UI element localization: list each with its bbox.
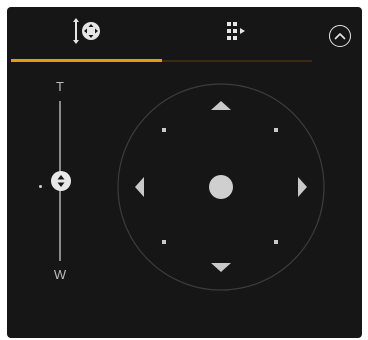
move-up-right-icon[interactable]: [274, 128, 278, 132]
zoom-tele-label: T: [56, 79, 64, 94]
pan-right-icon[interactable]: [298, 177, 307, 197]
move-up-left-icon[interactable]: [162, 128, 166, 132]
home-position-icon[interactable]: [209, 175, 233, 199]
pan-left-icon[interactable]: [135, 177, 144, 197]
move-down-left-icon[interactable]: [162, 240, 166, 244]
ptz-move-icon: [72, 17, 102, 49]
move-down-right-icon[interactable]: [274, 240, 278, 244]
collapse-button[interactable]: [329, 25, 351, 47]
ptz-control-panel: T W: [0, 0, 368, 340]
zoom-center-marker: [39, 185, 42, 188]
zoom-handle-arrows-icon: [57, 175, 65, 187]
tilt-down-icon[interactable]: [211, 263, 231, 272]
tab-bar: [7, 7, 362, 65]
preset-grid-icon: [226, 21, 248, 46]
tilt-up-icon[interactable]: [211, 101, 231, 110]
zoom-handle[interactable]: [51, 171, 71, 191]
active-tab-indicator: [11, 59, 162, 62]
tab-presets[interactable]: [162, 7, 312, 59]
chevron-up-icon: [334, 27, 346, 45]
ptz-panel-body: T W: [7, 7, 362, 338]
zoom-slider[interactable]: T W: [31, 71, 89, 291]
tab-pan-tilt-zoom[interactable]: [11, 7, 162, 59]
zoom-wide-label: W: [53, 267, 67, 282]
pan-tilt-pad[interactable]: [116, 82, 326, 292]
